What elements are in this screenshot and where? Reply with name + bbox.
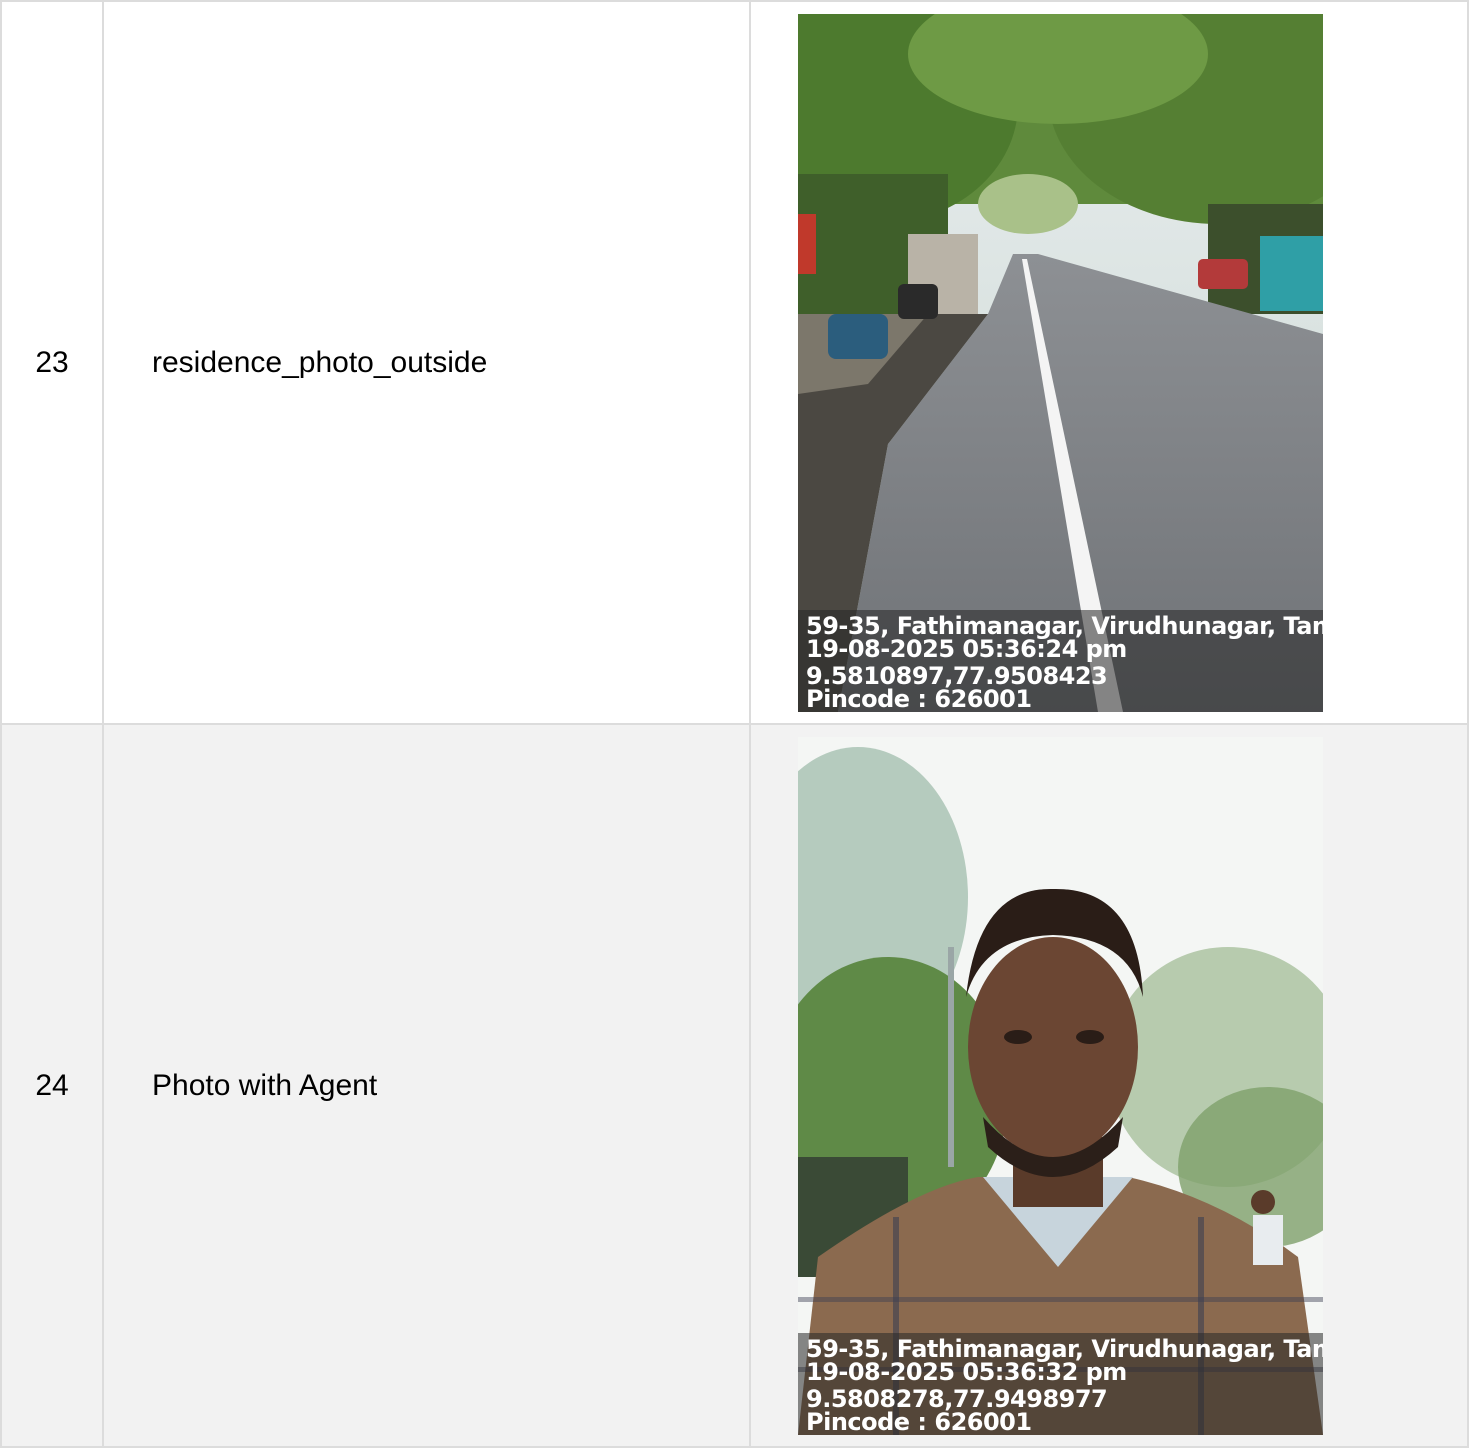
photo-geotag-overlay: 59-35, Fathimanagar, Virudhunagar, Tamil… xyxy=(798,1332,1323,1435)
row-number: 23 xyxy=(0,0,104,725)
residence-outside-photo[interactable]: 59-35, Fathimanagar, Virudhunagar, Tamil… xyxy=(798,13,1323,712)
geotag-pincode: Pincode : 626001 xyxy=(806,1407,1032,1435)
geotag-pincode: Pincode : 626001 xyxy=(806,684,1032,712)
photo-cell: 59-35, Fathimanagar, Virudhunagar, Tamil… xyxy=(749,0,1469,725)
geotag-datetime: 19-08-2025 05:36:24 pm xyxy=(806,634,1127,663)
geotag-datetime: 19-08-2025 05:36:32 pm xyxy=(806,1357,1127,1386)
photo-geotag-overlay: 59-35, Fathimanagar, Virudhunagar, Tamil… xyxy=(798,609,1323,712)
street-scene-image xyxy=(798,13,1323,712)
photo-field-label: residence_photo_outside xyxy=(102,0,751,725)
photo-field-label: Photo with Agent xyxy=(102,723,751,1448)
agent-photo[interactable]: 59-35, Fathimanagar, Virudhunagar, Tamil… xyxy=(798,736,1323,1435)
agent-selfie-image xyxy=(798,736,1323,1435)
table-row: 24 Photo with Agent 59-35, Fathimanagar,… xyxy=(0,723,1469,1448)
table-row: 23 residence_photo_outside 59-35, Fathim… xyxy=(0,0,1469,725)
photo-cell: 59-35, Fathimanagar, Virudhunagar, Tamil… xyxy=(749,723,1469,1448)
verification-photo-table: 23 residence_photo_outside 59-35, Fathim… xyxy=(0,0,1469,1448)
row-number: 24 xyxy=(0,723,104,1448)
